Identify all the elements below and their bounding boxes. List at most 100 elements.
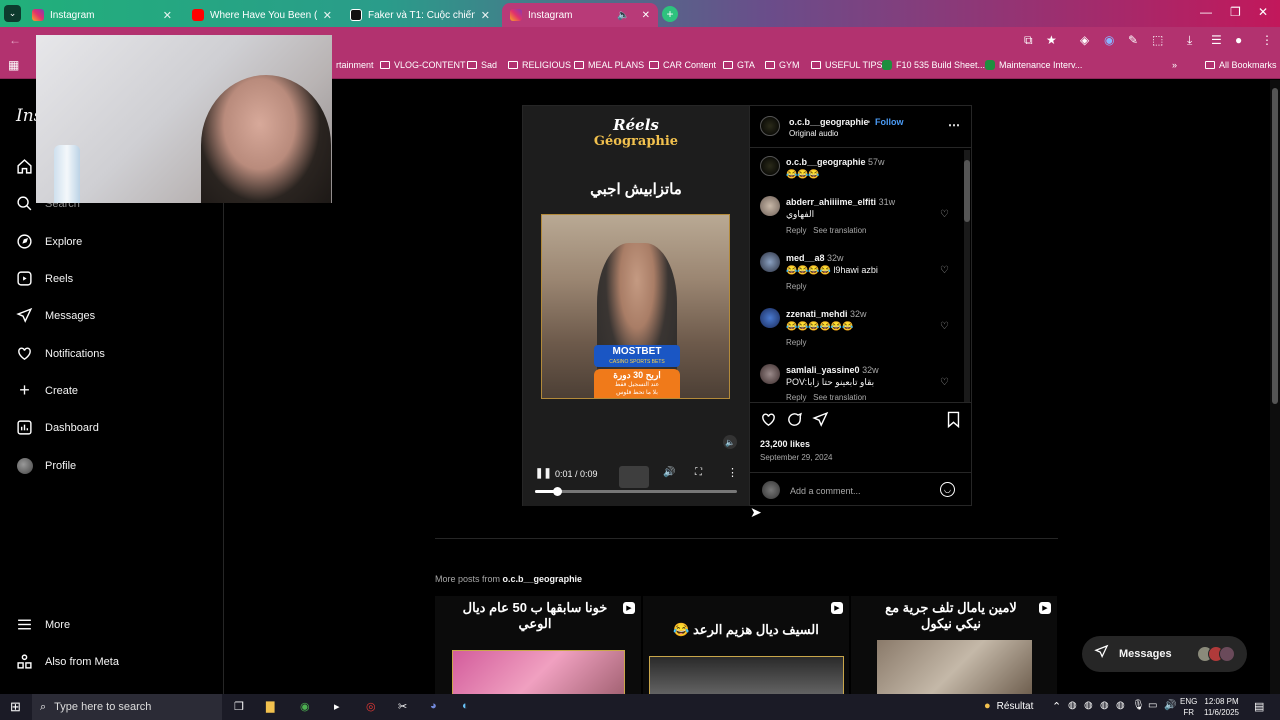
bookmark-folder[interactable]: GYM	[765, 60, 800, 70]
screen-cast-icon[interactable]: ⧉	[1024, 33, 1033, 48]
like-comment-icon[interactable]: ♡	[940, 321, 949, 332]
nav-dashboard[interactable]: Dashboard	[16, 419, 99, 436]
comments-scrollbar[interactable]	[964, 150, 970, 402]
reply-button[interactable]: Reply	[786, 226, 806, 235]
bookmark-folder[interactable]: Sad	[467, 60, 497, 70]
close-tab-icon[interactable]: ✕	[642, 10, 650, 21]
author-username[interactable]: o.c.b__geographie	[789, 117, 869, 127]
reply-button[interactable]: Reply	[786, 282, 806, 291]
bookmarks-overflow-icon[interactable]: »	[1172, 60, 1177, 70]
speaker-icon[interactable]: 🔈	[617, 10, 629, 21]
steam-icon[interactable]: ◐	[462, 700, 469, 712]
file-explorer-icon[interactable]: ▇	[266, 700, 274, 713]
nav-messages[interactable]: Messages	[16, 307, 95, 324]
comment-username[interactable]: zzenati_mehdi	[786, 309, 848, 319]
tab-instagram-1[interactable]: Instagram ✕	[24, 3, 180, 27]
close-tab-icon[interactable]: ✕	[163, 9, 172, 22]
add-comment-input[interactable]: Add a comment...	[790, 486, 861, 496]
back-icon[interactable]: ←	[9, 33, 21, 47]
comment-avatar[interactable]	[760, 308, 780, 328]
windows-start-icon[interactable]: ⊞	[10, 699, 21, 715]
app-icon[interactable]: ◎	[366, 700, 376, 713]
like-comment-icon[interactable]: ♡	[940, 209, 949, 220]
new-tab-button[interactable]: +	[662, 6, 678, 22]
bookmark-folder[interactable]: CAR Content	[649, 60, 716, 70]
minimize-icon[interactable]: —	[1200, 5, 1212, 19]
extension-vpn-icon[interactable]: ◉	[1104, 33, 1114, 47]
volume-icon[interactable]: 🔊	[1164, 700, 1176, 711]
extension-translate-icon[interactable]: ◈	[1080, 33, 1089, 47]
profile-avatar-icon[interactable]: ●	[1235, 33, 1242, 47]
more-post-thumb[interactable]: السيف ديال هزيم الرعد 😂 ▶	[643, 596, 849, 696]
bookmark-folder[interactable]: VLOG-CONTENT	[380, 60, 466, 70]
tray-icon[interactable]: ◍	[1100, 700, 1109, 711]
tab-tiktok-video[interactable]: Where Have You Been ( TikTok ✕	[184, 3, 340, 27]
audio-label[interactable]: Original audio	[789, 129, 838, 138]
volume-icon[interactable]: 🔊	[663, 467, 675, 478]
extensions-puzzle-icon[interactable]: ⬚	[1152, 33, 1163, 47]
maximize-icon[interactable]: ❐	[1230, 5, 1241, 19]
video-progress-knob[interactable]	[553, 487, 563, 496]
comment-username[interactable]: abderr_ahiiiime_elfiti	[786, 197, 876, 207]
mute-toggle-icon[interactable]: 🔈	[723, 435, 737, 449]
reply-button[interactable]: Reply	[786, 393, 806, 402]
like-comment-icon[interactable]: ♡	[940, 265, 949, 276]
extension-grammar-icon[interactable]: ✎	[1128, 33, 1138, 47]
taskbar-search[interactable]: ⌕ Type here to search	[32, 694, 222, 720]
more-options-icon[interactable]: ⋯	[948, 118, 960, 132]
notifications-icon[interactable]: ▤	[1254, 700, 1264, 713]
comment-avatar[interactable]	[760, 196, 780, 216]
tray-icon[interactable]: ◍	[1068, 700, 1077, 711]
bookmark-folder[interactable]: GTA	[723, 60, 755, 70]
comments-scrollbar-thumb[interactable]	[964, 160, 970, 222]
comment-avatar[interactable]	[760, 252, 780, 272]
tray-overflow-icon[interactable]: ⌃	[1052, 700, 1061, 713]
weather-widget[interactable]: ● Résultat	[984, 700, 1033, 712]
bookmark-folder[interactable]: MEAL PLANS	[574, 60, 644, 70]
pause-icon[interactable]: ❚❚	[535, 468, 552, 479]
video-progress-track[interactable]	[535, 487, 737, 496]
discord-icon[interactable]: ◕	[430, 700, 437, 712]
page-scrollbar[interactable]	[1270, 80, 1280, 694]
save-bookmark-icon[interactable]	[946, 411, 961, 433]
media-control-icon[interactable]: ☰	[1211, 33, 1222, 47]
more-post-thumb[interactable]: خونا سابقها ب 50 عام ديال الوعي ▶	[435, 596, 641, 696]
task-view-icon[interactable]: ❐	[234, 700, 244, 713]
bookmark-link[interactable]: F10 535 Build Sheet...	[882, 60, 985, 70]
bookmark-link[interactable]: Maintenance Interv...	[985, 60, 1082, 70]
comment-bubble-icon[interactable]	[786, 411, 803, 433]
more-posts-user[interactable]: o.c.b__geographie	[503, 574, 583, 584]
tab-search-button[interactable]: ⌄	[4, 5, 21, 22]
reel-video[interactable]: Réels Géographie ماتزابيش اجبي MOSTBET C…	[523, 106, 749, 506]
nav-more[interactable]: More	[16, 616, 70, 633]
browser-menu-icon[interactable]: ⋮	[1261, 33, 1273, 47]
fullscreen-icon[interactable]: ⛶	[695, 467, 702, 478]
like-comment-icon[interactable]: ♡	[940, 377, 949, 388]
network-icon[interactable]: ▭	[1148, 700, 1157, 711]
messages-pill[interactable]: Messages	[1082, 636, 1247, 672]
app-icon[interactable]: ▸	[334, 700, 340, 713]
download-icon[interactable]: ⤓	[1187, 33, 1192, 48]
microphone-icon[interactable]: 🎙	[1132, 700, 1145, 711]
nav-profile[interactable]: Profile	[16, 457, 76, 474]
capcut-icon[interactable]: ✂	[398, 700, 407, 713]
clock[interactable]: 12:08 PM 11/6/2025	[1204, 696, 1239, 718]
share-send-icon[interactable]	[812, 411, 829, 433]
author-avatar[interactable]	[760, 116, 780, 136]
comment-username[interactable]: o.c.b__geographie	[786, 157, 866, 167]
all-bookmarks[interactable]: All Bookmarks	[1205, 60, 1277, 70]
likes-count[interactable]: 23,200 likes	[760, 439, 810, 449]
nav-reels[interactable]: Reels	[16, 270, 73, 287]
tab-faker-t1[interactable]: Faker và T1: Cuộc chiến với LP ✕	[342, 3, 498, 27]
comment-avatar[interactable]	[760, 364, 780, 384]
comment-username[interactable]: samlali_yassine0	[786, 365, 860, 375]
tray-icon[interactable]: ◍	[1116, 700, 1125, 711]
bookmark-star-icon[interactable]: ★	[1046, 33, 1057, 47]
tab-instagram-active[interactable]: Instagram 🔈 ✕	[502, 3, 658, 27]
bookmark-folder[interactable]: rtainment	[336, 60, 374, 70]
video-options-icon[interactable]: ⋮	[727, 466, 738, 479]
more-post-thumb[interactable]: لامين يامال تلف جرية مع نيكي نيكول ▶	[851, 596, 1057, 696]
page-scrollbar-thumb[interactable]	[1272, 88, 1278, 404]
nav-create[interactable]: + Create	[16, 380, 78, 400]
language-indicator[interactable]: ENG FR	[1180, 696, 1197, 718]
